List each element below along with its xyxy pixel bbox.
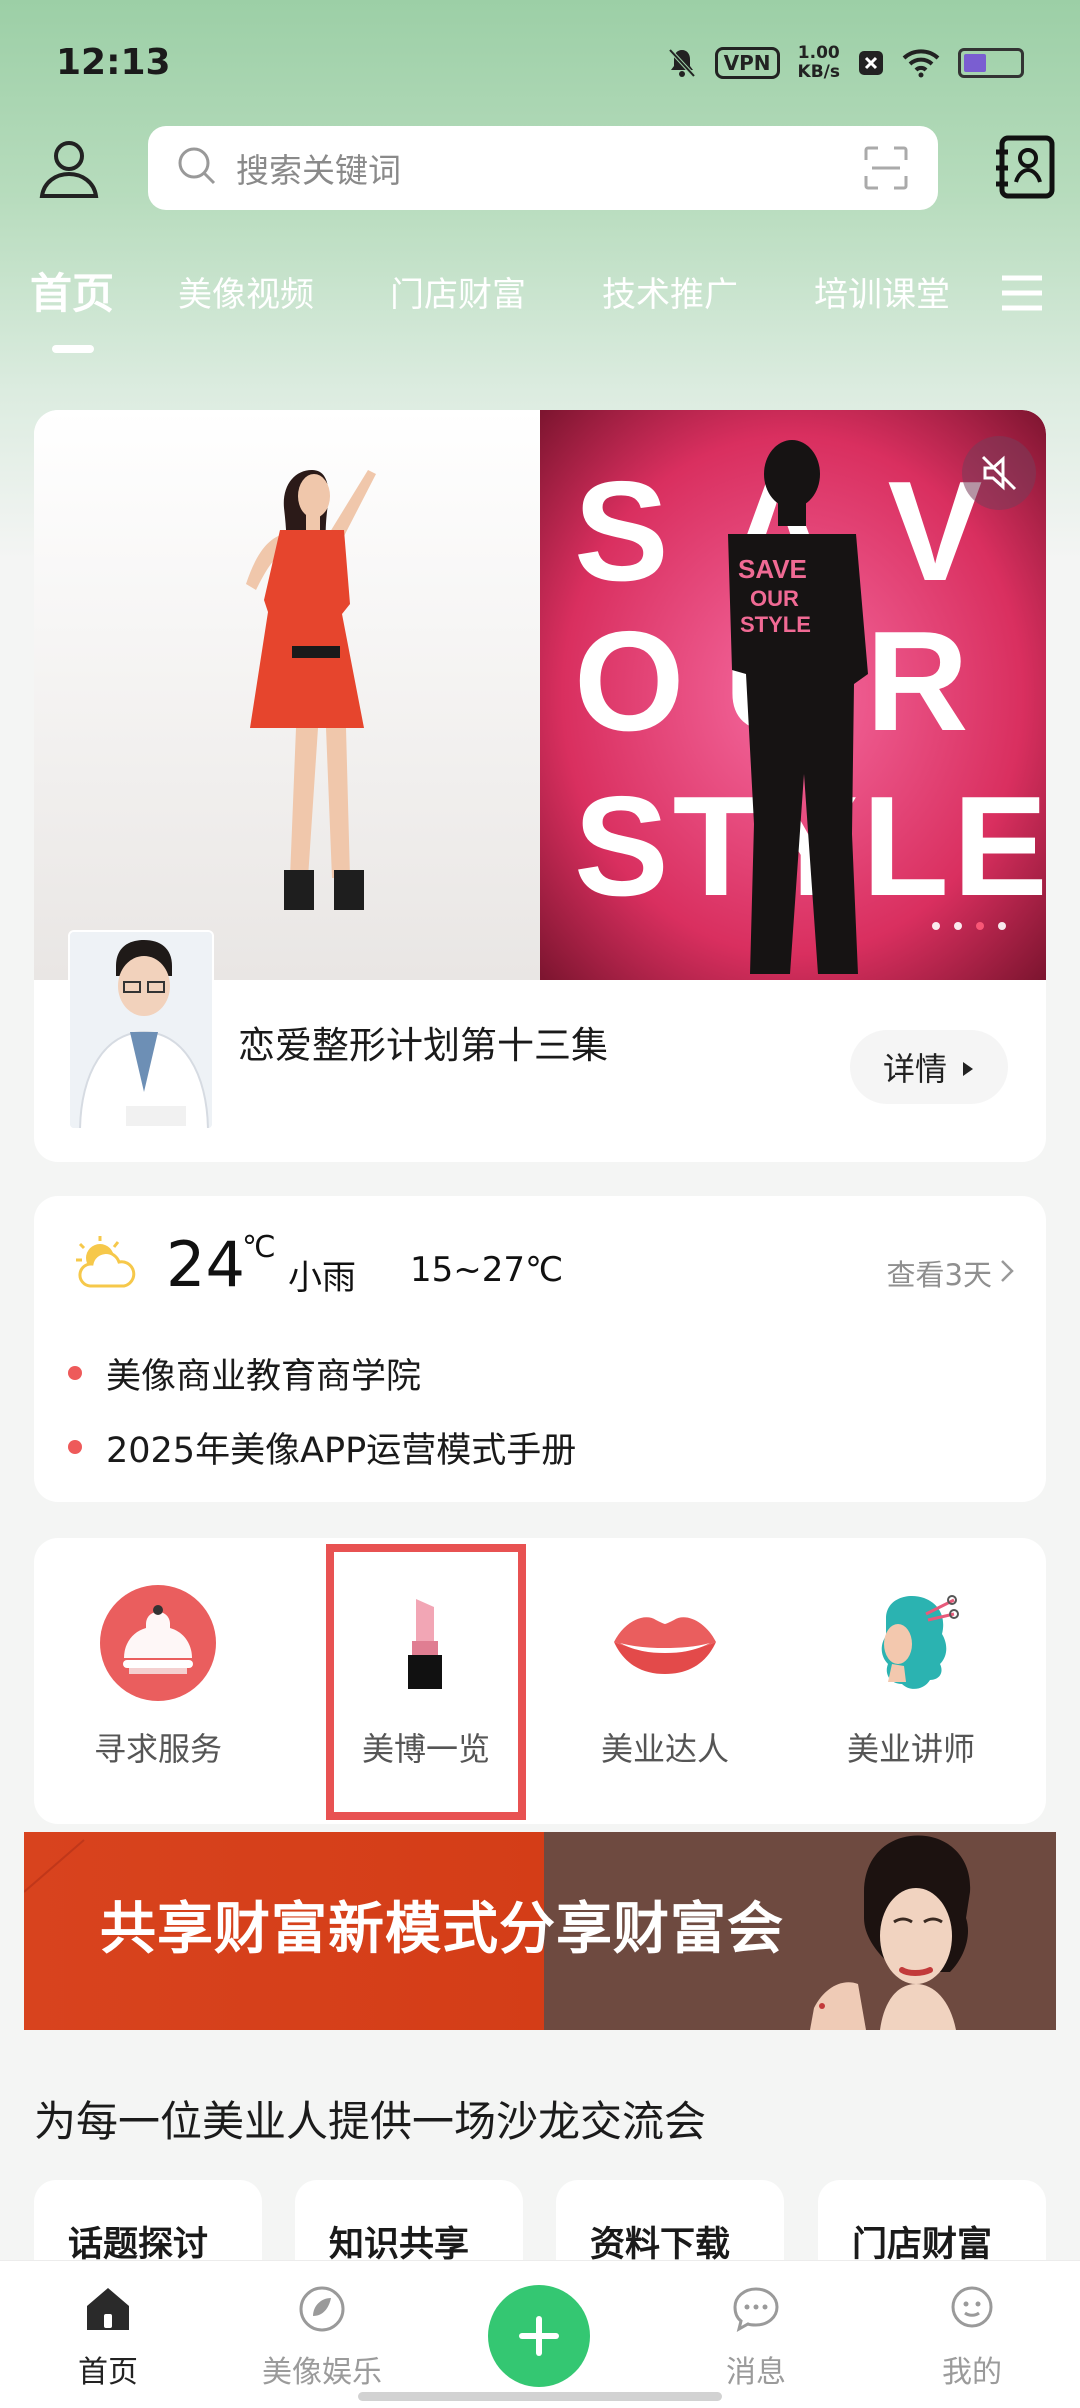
vpn-badge: VPN [714, 46, 780, 79]
play-triangle-icon [961, 1048, 975, 1086]
status-bar: 12:13 VPN 1.00 KB/s [0, 0, 1080, 125]
svg-text:SAVE: SAVE [738, 554, 807, 584]
list-item[interactable]: 2025年美像APP运营模式手册 [68, 1410, 576, 1484]
nav-label: 消息 [726, 2355, 786, 2390]
shortcut-service[interactable]: 寻求服务 [43, 1580, 273, 1770]
menu-icon[interactable] [1000, 273, 1044, 313]
episode-title[interactable]: 恋爱整形计划第十三集 [238, 1015, 608, 1069]
video-banner-card[interactable]: S A V E O U R STYLE SAVE OUR STYLE [34, 410, 1046, 1162]
x-app-icon [858, 50, 884, 76]
scan-icon[interactable] [862, 144, 910, 192]
news-title: 2025年美像APP运营模式手册 [106, 1430, 577, 1471]
tab-videos[interactable]: 美像视频 [178, 267, 314, 316]
battery-icon [958, 47, 1024, 78]
list-item[interactable]: 美像商业教育商学院 [68, 1336, 576, 1410]
status-time: 12:13 [56, 42, 171, 83]
mute-bell-icon [667, 47, 697, 79]
speed-unit: KB/s [797, 61, 840, 82]
mute-toggle-button[interactable] [962, 436, 1036, 510]
wifi-icon [902, 48, 940, 78]
home-indicator[interactable] [358, 2392, 722, 2401]
weather-condition: 小雨 [288, 1258, 356, 1298]
weather-card: 24 ℃ 小雨 15~27℃ 查看3天 美像商业教育商学院 2025年美像APP… [34, 1196, 1046, 1502]
bullet-dot [68, 1440, 82, 1454]
tab-indicator [52, 345, 94, 353]
tab-training[interactable]: 培训课堂 [814, 267, 950, 316]
nav-label: 首页 [78, 2355, 138, 2390]
highlight-annotation-box [326, 1544, 526, 1820]
service-bell-icon [95, 1580, 221, 1706]
detail-button[interactable]: 详情 [850, 1030, 1008, 1104]
carousel-dots [932, 922, 1006, 930]
forecast-label: 查看3天 [886, 1258, 992, 1292]
doctor-thumbnail[interactable] [68, 930, 214, 1130]
temperature-unit: ℃ [242, 1230, 276, 1265]
hair-stylist-icon [848, 1580, 974, 1706]
temperature: 24 [166, 1228, 245, 1301]
nav-entertainment[interactable]: 美像娱乐 [242, 2281, 402, 2391]
tab-home[interactable]: 首页 [30, 260, 114, 321]
shortcut-lecturers[interactable]: 美业讲师 [796, 1580, 1026, 1770]
nav-profile[interactable]: 我的 [892, 2281, 1052, 2391]
bullet-dot [68, 1366, 82, 1380]
temperature-range: 15~27℃ [410, 1250, 564, 1290]
news-list: 美像商业教育商学院 2025年美像APP运营模式手册 [68, 1336, 576, 1484]
contacts-book-icon[interactable] [994, 134, 1056, 200]
shortcut-experts[interactable]: 美业达人 [550, 1580, 780, 1770]
carousel-dot-active[interactable] [976, 922, 984, 930]
banner-image[interactable]: S A V E O U R STYLE SAVE OUR STYLE [34, 410, 1046, 980]
promo-banner[interactable]: 共享财富新模式分享财富会 [24, 1832, 1056, 2030]
tab-tech-promo[interactable]: 技术推广 [602, 267, 738, 316]
entertainment-icon [294, 2281, 350, 2337]
tab-store-wealth[interactable]: 门店财富 [390, 267, 526, 316]
bottom-navigation: 首页 美像娱乐 消息 我的 [0, 2260, 1080, 2408]
shortcut-label: 美业达人 [600, 1730, 729, 1768]
search-icon [176, 145, 218, 191]
message-icon [728, 2281, 784, 2337]
search-placeholder: 搜索关键词 [236, 151, 401, 190]
user-avatar-button[interactable] [36, 136, 102, 202]
home-icon [80, 2281, 136, 2337]
nav-label: 美像娱乐 [262, 2355, 382, 2390]
shortcut-label: 寻求服务 [93, 1730, 222, 1768]
section-title: 为每一位美业人提供一场沙龙交流会 [34, 2097, 707, 2146]
chevron-right-icon [1000, 1256, 1014, 1290]
shortcuts-card: 寻求服务 美博一览 美业达人 美业讲师 [34, 1538, 1046, 1824]
network-speed: 1.00 KB/s [797, 42, 840, 82]
svg-text:STYLE: STYLE [740, 612, 811, 637]
status-icons: VPN 1.00 KB/s [667, 42, 1024, 82]
create-post-button[interactable] [488, 2285, 590, 2387]
carousel-dot[interactable] [954, 922, 962, 930]
shortcut-label: 美业讲师 [846, 1730, 975, 1768]
news-title: 美像商业教育商学院 [106, 1356, 422, 1397]
profile-icon [944, 2281, 1000, 2337]
detail-label: 详情 [882, 1050, 947, 1088]
carousel-dot[interactable] [932, 922, 940, 930]
cloudy-sun-icon [74, 1234, 138, 1294]
carousel-dot[interactable] [998, 922, 1006, 930]
svg-text:OUR: OUR [750, 586, 799, 611]
promo-text: 共享财富新模式分享财富会 [100, 1897, 784, 1962]
lips-icon [602, 1580, 728, 1706]
search-input[interactable]: 搜索关键词 [148, 126, 938, 210]
forecast-link[interactable]: 查看3天 [887, 1252, 1014, 1294]
nav-label: 我的 [942, 2355, 1002, 2390]
category-tabs: 首页 美像视频 门店财富 技术推广 培训课堂 [0, 255, 1080, 355]
nav-messages[interactable]: 消息 [676, 2281, 836, 2391]
speed-value: 1.00 [797, 42, 840, 63]
nav-home[interactable]: 首页 [28, 2281, 188, 2391]
weather-row: 24 ℃ 小雨 15~27℃ 查看3天 [74, 1228, 1014, 1312]
search-row: 搜索关键词 [0, 120, 1080, 220]
